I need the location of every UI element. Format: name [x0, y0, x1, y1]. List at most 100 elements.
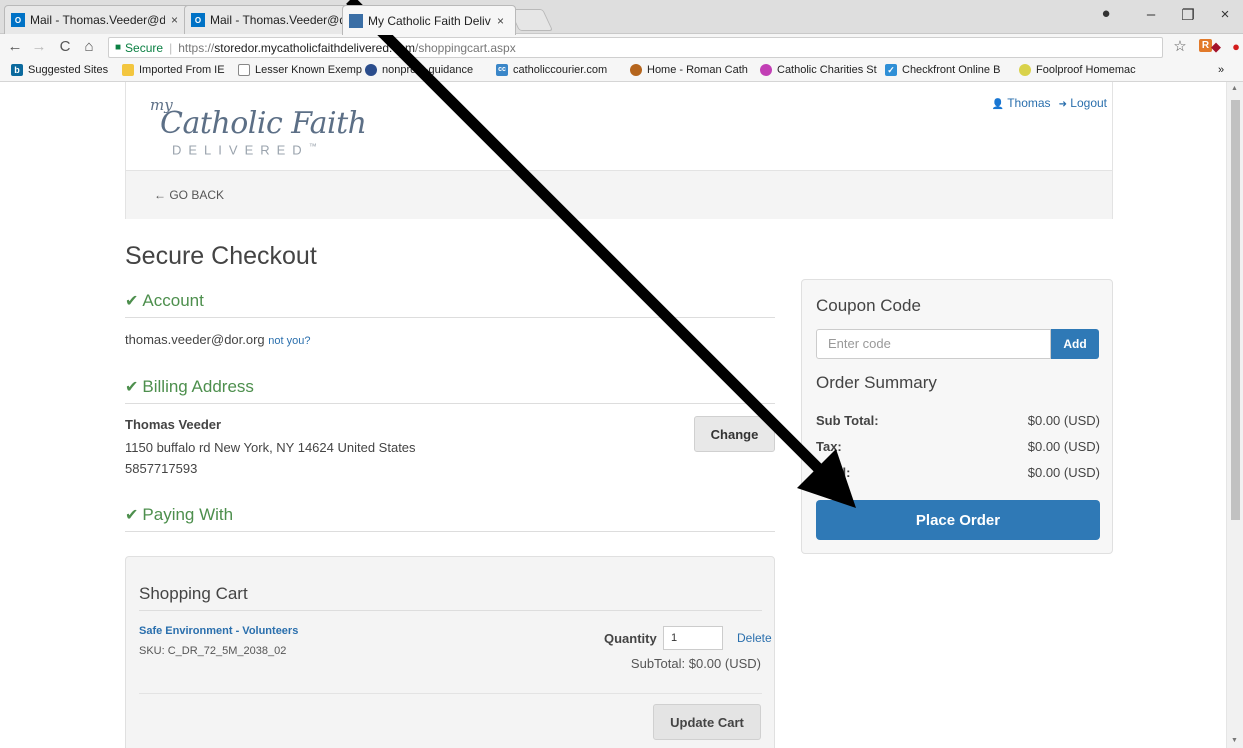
summary-label: Tax:: [816, 439, 842, 454]
page-title: Secure Checkout: [125, 242, 317, 270]
close-window-icon[interactable]: ×: [1213, 6, 1237, 23]
check-icon: ✔: [125, 507, 139, 524]
bookmark-imported-from-ie[interactable]: Imported From IE: [122, 64, 225, 76]
order-summary-heading: Order Summary: [816, 373, 937, 392]
bookmark-label: nonprofit-guidance: [382, 64, 474, 76]
checkfront-icon: ✓: [885, 64, 897, 76]
shopping-cart-panel: Shopping Cart Safe Environment - Volunte…: [125, 556, 775, 748]
bookmark-label: Catholic Charities St: [777, 64, 877, 76]
bookmark-suggested-sites[interactable]: b Suggested Sites: [11, 64, 108, 76]
page-scrollbar[interactable]: ▲ ▼: [1226, 82, 1243, 748]
place-order-button[interactable]: Place Order: [816, 500, 1100, 540]
billing-heading-text: Billing Address: [142, 377, 254, 396]
quantity-input[interactable]: 1: [663, 626, 723, 650]
tab-close-icon[interactable]: ×: [497, 14, 509, 28]
not-you-link[interactable]: not you?: [268, 335, 310, 347]
browser-tab-store[interactable]: My Catholic Faith Deliver ×: [342, 5, 516, 35]
diocese-icon: [630, 64, 642, 76]
scroll-up-icon[interactable]: ▲: [1231, 85, 1238, 92]
go-back-bar: ← GO BACK: [126, 170, 1112, 219]
add-coupon-button[interactable]: Add: [1051, 329, 1099, 359]
bookmark-label: catholiccourier.com: [513, 64, 608, 76]
user-links: 👤 Thomas ➜ Logout: [992, 96, 1107, 110]
summary-label: Sub Total:: [816, 413, 879, 428]
summary-value: $0.00 (USD): [1027, 465, 1100, 480]
billing-address: 1150 buffalo rd New York, NY 14624 Unite…: [125, 440, 416, 455]
ublock-icon[interactable]: ◆: [1208, 39, 1224, 55]
logo-sub: DELIVERED™: [172, 142, 317, 157]
cart-item-name[interactable]: Safe Environment - Volunteers: [139, 625, 298, 637]
logo-sub-text: DELIVERED: [172, 142, 309, 158]
bookmark-label: Checkfront Online B: [902, 64, 1001, 76]
paying-heading-text: Paying With: [142, 505, 234, 524]
go-back-link[interactable]: ← GO BACK: [154, 188, 224, 202]
bookmarks-overflow-button[interactable]: »: [1218, 64, 1224, 76]
tab-label: Mail - Thomas.Veeder@d: [30, 13, 165, 27]
cc-icon: cc: [496, 64, 508, 76]
cart-divider: [139, 693, 762, 694]
change-address-button[interactable]: Change: [694, 416, 775, 452]
user-link[interactable]: 👤 Thomas: [992, 96, 1051, 110]
bing-icon: b: [11, 64, 23, 76]
subtotal-row: Sub Total: $0.00 (USD): [816, 413, 1100, 428]
scroll-down-icon[interactable]: ▼: [1231, 737, 1238, 744]
lock-icon: ■: [115, 42, 122, 53]
billing-phone: 5857717593: [125, 461, 198, 476]
account-email-line: thomas.veeder@dor.org not you?: [125, 332, 311, 347]
bookmark-star-icon[interactable]: ☆: [1172, 37, 1188, 55]
reload-icon[interactable]: C: [56, 38, 74, 55]
bookmark-nonprofit-guidance[interactable]: nonprofit-guidance: [365, 64, 473, 76]
bookmark-label: Home - Roman Cath: [647, 64, 748, 76]
tab-close-icon[interactable]: ×: [171, 13, 183, 27]
outlook-icon: O: [11, 13, 25, 27]
bookmark-label: Lesser Known Exemp: [255, 64, 362, 76]
coupon-input[interactable]: Enter code: [816, 329, 1051, 359]
back-icon[interactable]: ←: [6, 38, 24, 55]
account-email: thomas.veeder@dor.org: [125, 332, 265, 347]
billing-name: Thomas Veeder: [125, 417, 222, 432]
bookmark-catholiccourier[interactable]: cc catholiccourier.com: [496, 64, 607, 76]
browser-tab-strip: O Mail - Thomas.Veeder@d × O Mail - Thom…: [0, 0, 1243, 35]
browser-tab-mail-1[interactable]: O Mail - Thomas.Veeder@d ×: [4, 5, 190, 34]
address-separator: |: [169, 40, 173, 55]
tab-label: Mail - Thomas.Veeder@d: [210, 13, 345, 27]
cart-heading: Shopping Cart: [139, 584, 762, 611]
cart-item-sku: SKU: C_DR_72_5M_2038_02: [139, 645, 287, 657]
user-icon: 👤: [991, 99, 1005, 110]
page-icon: [238, 64, 250, 76]
paying-with-heading: ✔ Paying With: [125, 505, 775, 532]
bookmarks-bar: b Suggested Sites Imported From IE Lesse…: [0, 60, 1243, 82]
globe-icon: [365, 64, 377, 76]
scrollbar-thumb[interactable]: [1231, 100, 1240, 520]
charities-icon: [760, 64, 772, 76]
address-bar[interactable]: ■ Secure | https:// storedor.mycatholicf…: [108, 37, 1163, 58]
logout-label: Logout: [1070, 96, 1107, 110]
update-cart-button[interactable]: Update Cart: [653, 704, 761, 740]
home-icon[interactable]: ⌂: [80, 38, 98, 55]
recipe-icon: [1019, 64, 1031, 76]
bookmark-label: Foolproof Homemac: [1036, 64, 1136, 76]
profile-icon[interactable]: ●: [1094, 5, 1118, 22]
logout-link[interactable]: ➜ Logout: [1059, 96, 1107, 110]
logo-tm: ™: [308, 142, 317, 151]
logo-main: Catholic Faith: [160, 106, 367, 141]
secure-label: Secure: [125, 40, 164, 55]
bookmark-roman-catholic[interactable]: Home - Roman Cath: [630, 64, 748, 76]
check-icon: ✔: [125, 379, 139, 396]
bookmark-label: Suggested Sites: [28, 64, 109, 76]
check-icon: ✔: [125, 293, 139, 310]
bookmark-checkfront[interactable]: ✓ Checkfront Online B: [885, 64, 1000, 76]
bookmark-lesser-known[interactable]: Lesser Known Exemp: [238, 64, 362, 76]
adblock-icon[interactable]: ●: [1228, 39, 1243, 54]
forward-icon[interactable]: →: [30, 38, 48, 55]
billing-heading: ✔ Billing Address: [125, 377, 775, 404]
bookmark-catholic-charities[interactable]: Catholic Charities St: [760, 64, 877, 76]
browser-toolbar: ← → C ⌂ ■ Secure | https:// storedor.myc…: [0, 34, 1243, 60]
bookmark-foolproof[interactable]: Foolproof Homemac: [1019, 64, 1136, 76]
restore-icon[interactable]: ❐: [1176, 6, 1200, 24]
delete-item-link[interactable]: Delete: [737, 631, 772, 645]
url-host: storedor.mycatholicfaithdelivered.com: [214, 40, 415, 55]
tab-label: My Catholic Faith Deliver: [368, 13, 491, 28]
url-path: /shoppingcart.aspx: [415, 40, 516, 55]
minimize-icon[interactable]: –: [1139, 6, 1163, 23]
